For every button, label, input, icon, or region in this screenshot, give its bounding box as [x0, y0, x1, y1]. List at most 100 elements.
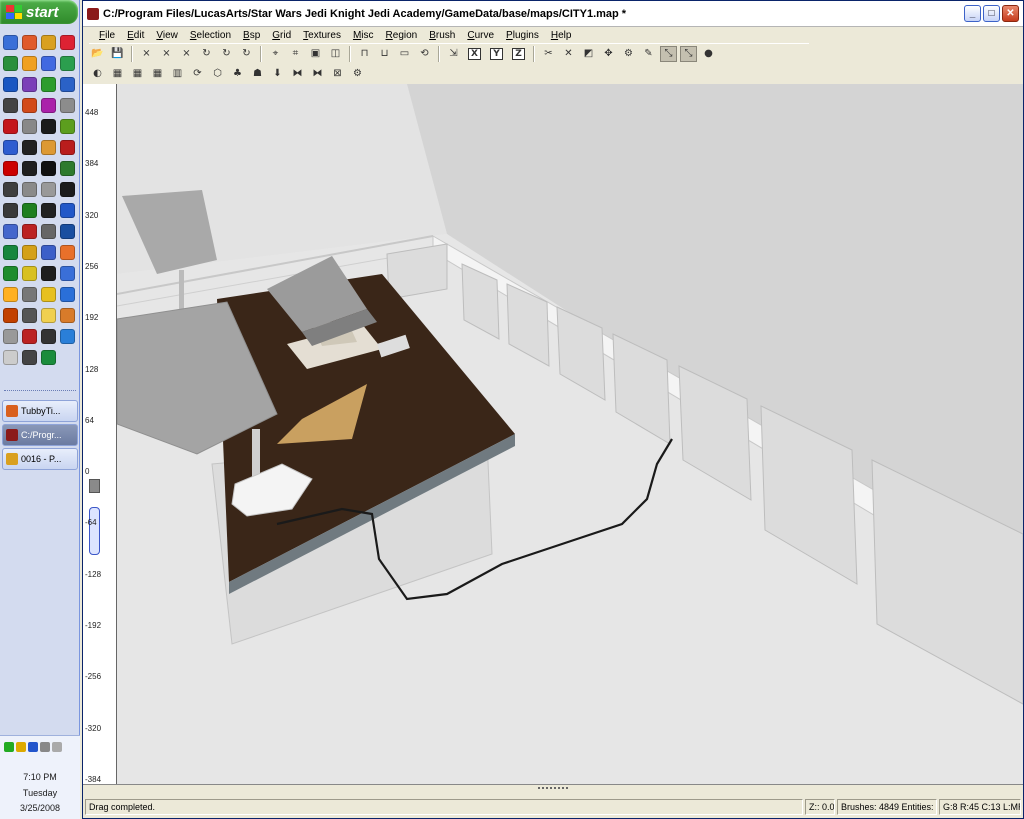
quicklaunch-app-icon[interactable]	[60, 161, 75, 176]
quicklaunch-app-icon[interactable]	[3, 119, 18, 134]
menu-region[interactable]: Region	[380, 30, 424, 41]
show-entities-icon[interactable]: ●	[700, 46, 717, 62]
quicklaunch-app-icon[interactable]	[22, 77, 37, 92]
menu-grid[interactable]: Grid	[266, 30, 297, 41]
cap-icon[interactable]: ⬡	[209, 65, 226, 81]
menu-misc[interactable]: Misc	[347, 30, 380, 41]
quicklaunch-app-icon[interactable]	[3, 35, 18, 50]
title-bar[interactable]: C:/Program Files/LucasArts/Star Wars Jed…	[83, 1, 1023, 27]
quicklaunch-app-icon[interactable]	[41, 329, 56, 344]
scale-icon[interactable]: ⤡	[660, 45, 677, 62]
quicklaunch-app-icon[interactable]	[41, 203, 56, 218]
quicklaunch-app-icon[interactable]	[3, 98, 18, 113]
quicklaunch-app-icon[interactable]	[22, 308, 37, 323]
quicklaunch-app-icon[interactable]	[41, 182, 56, 197]
quicklaunch-app-icon[interactable]	[41, 287, 56, 302]
tray-icon[interactable]	[52, 742, 62, 752]
csg-merge-icon[interactable]: ⊔	[376, 46, 393, 62]
tray-icon[interactable]	[4, 742, 14, 752]
texture-grid-icon[interactable]: ▦	[109, 65, 126, 81]
start-button[interactable]: start	[0, 0, 78, 24]
quicklaunch-app-icon[interactable]	[3, 140, 18, 155]
quicklaunch-app-icon[interactable]	[41, 35, 56, 50]
rotate-x-icon[interactable]: ↻	[198, 46, 215, 62]
3d-camera-viewport[interactable]	[117, 84, 1023, 784]
drag-vertices-icon[interactable]: ⚙	[620, 46, 637, 62]
invert-icon[interactable]: ⊠	[329, 65, 346, 81]
quicklaunch-app-icon[interactable]	[60, 203, 75, 218]
quicklaunch-app-icon[interactable]	[3, 203, 18, 218]
app-icon[interactable]	[87, 7, 99, 20]
csg-subtract-icon[interactable]: ⊓	[356, 46, 373, 62]
quicklaunch-app-icon[interactable]	[22, 140, 37, 155]
rotate-icon[interactable]: ⤡	[680, 45, 697, 62]
z-height-indicator[interactable]	[89, 507, 100, 555]
save-icon[interactable]: 💾	[109, 46, 126, 62]
quicklaunch-app-icon[interactable]	[41, 56, 56, 71]
open-icon[interactable]: 📂	[89, 46, 106, 62]
menu-curve[interactable]: Curve	[461, 30, 500, 41]
select-partial-tall-icon[interactable]: ▣	[307, 46, 324, 62]
quicklaunch-app-icon[interactable]	[60, 287, 75, 302]
menu-help[interactable]: Help	[545, 30, 578, 41]
quicklaunch-app-icon[interactable]	[41, 161, 56, 176]
close-button[interactable]: ✕	[1002, 5, 1019, 22]
tray-icon[interactable]	[16, 742, 26, 752]
quicklaunch-app-icon[interactable]	[3, 56, 18, 71]
quicklaunch-app-icon[interactable]	[22, 119, 37, 134]
quicklaunch-app-icon[interactable]	[41, 98, 56, 113]
quicklaunch-app-icon[interactable]	[3, 182, 18, 197]
quicklaunch-app-icon[interactable]	[22, 245, 37, 260]
patch-icon[interactable]: ✎	[640, 46, 657, 62]
quicklaunch-app-icon[interactable]	[60, 308, 75, 323]
clipper-icon[interactable]: ⟲	[416, 46, 433, 62]
quicklaunch-app-icon[interactable]	[60, 119, 75, 134]
tree-icon[interactable]: ♣	[229, 65, 246, 81]
view-z-button[interactable]: Z	[512, 47, 525, 60]
z-slider-handle[interactable]	[89, 479, 100, 493]
quicklaunch-app-icon[interactable]	[22, 224, 37, 239]
quicklaunch-app-icon[interactable]	[60, 56, 75, 71]
mirror-y-icon[interactable]: ⧓	[309, 65, 326, 81]
flat-shade-icon[interactable]: ▦	[149, 65, 166, 81]
tray-icon[interactable]	[28, 742, 38, 752]
menu-plugins[interactable]: Plugins	[500, 30, 545, 41]
view-y-button[interactable]: Y	[490, 47, 503, 60]
quicklaunch-app-icon[interactable]	[22, 161, 37, 176]
quicklaunch-app-icon[interactable]	[41, 140, 56, 155]
quicklaunch-app-icon[interactable]	[3, 224, 18, 239]
quicklaunch-app-icon[interactable]	[22, 182, 37, 197]
select-inside-icon[interactable]: ◫	[327, 46, 344, 62]
cut-icon[interactable]: ✂	[540, 46, 557, 62]
quicklaunch-app-icon[interactable]	[3, 245, 18, 260]
view-x-button[interactable]: X	[468, 47, 481, 60]
menu-brush[interactable]: Brush	[423, 30, 461, 41]
quicklaunch-app-icon[interactable]	[3, 77, 18, 92]
quicklaunch-app-icon[interactable]	[22, 203, 37, 218]
tray-icon[interactable]	[40, 742, 50, 752]
taskbar-button[interactable]: C:/Progr...	[2, 424, 78, 446]
menu-bsp[interactable]: Bsp	[237, 30, 266, 41]
drop-icon[interactable]: ⬇	[269, 65, 286, 81]
patch-bend-icon[interactable]: ▥	[169, 65, 186, 81]
texture-lock-icon[interactable]: ◩	[580, 46, 597, 62]
quicklaunch-app-icon[interactable]	[41, 224, 56, 239]
quicklaunch-app-icon[interactable]	[3, 350, 18, 365]
view-splitter[interactable]	[83, 784, 1023, 794]
rotate-y-icon[interactable]: ↻	[218, 46, 235, 62]
quicklaunch-app-icon[interactable]	[60, 329, 75, 344]
quicklaunch-app-icon[interactable]	[60, 266, 75, 281]
quicklaunch-app-icon[interactable]	[60, 224, 75, 239]
select-touching-icon[interactable]: ⌗	[287, 46, 304, 62]
quicklaunch-app-icon[interactable]	[22, 98, 37, 113]
quicklaunch-app-icon[interactable]	[22, 287, 37, 302]
quicklaunch-app-icon[interactable]	[3, 308, 18, 323]
patch-thicken-icon[interactable]: ⚙	[349, 65, 366, 81]
menu-selection[interactable]: Selection	[184, 30, 237, 41]
quicklaunch-app-icon[interactable]	[60, 182, 75, 197]
quicklaunch-app-icon[interactable]	[3, 329, 18, 344]
quicklaunch-app-icon[interactable]	[22, 329, 37, 344]
z-axis-ruler[interactable]: 448 384 320 256 192 128 64 0 -64 -128 -192 -256 -320…	[83, 84, 117, 784]
rotate-z-icon[interactable]: ↻	[238, 46, 255, 62]
entity-icon[interactable]: ☗	[249, 65, 266, 81]
